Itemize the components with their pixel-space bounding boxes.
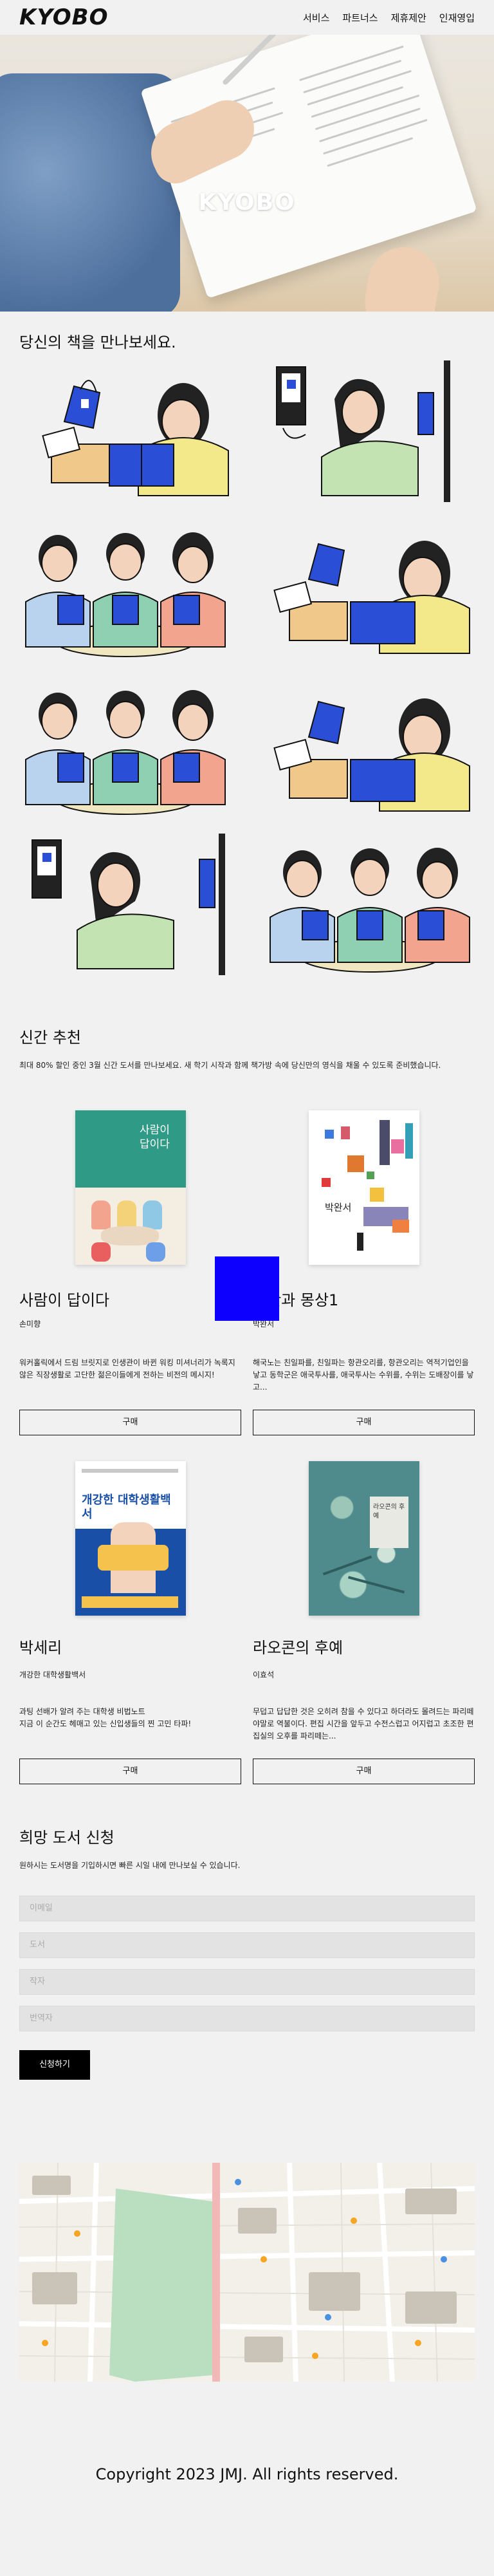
request-title: 희망 도서 신청 [19,1829,114,1847]
book-author: 이효석 [253,1670,275,1679]
book-cover[interactable]: 사람이 답이다 [75,1110,186,1265]
cover-title: 개강한 대학생활백서 [82,1493,171,1521]
book-cover[interactable]: 라오콘의 후예 [309,1461,419,1616]
illustration-three-readers-3 [264,834,476,975]
book-description: 해국노는 친일파를, 친일파는 항관오리를, 항관오리는 역적기업인을 낳고 동… [253,1358,474,1392]
nav-item-proposal[interactable]: 제휴제안 [391,11,426,24]
illustration-kiosk-woman [264,360,476,502]
hero-title: KYOBO [198,189,296,216]
book-title: 박세리 [19,1639,62,1657]
location-map[interactable] [19,2163,475,2382]
author-field[interactable]: 작자 [19,1969,475,1995]
buy-button[interactable]: 구매 [19,1410,241,1435]
illustration-reader-books [19,360,232,502]
site-header: KYOBO 서비스 파트너스 제휴제안 인재영입 [0,0,494,35]
cover-title: 라오콘의 후예 [373,1504,405,1520]
hand-image [359,241,445,312]
cover-title: 사람이 답이다 [140,1124,170,1151]
nav-item-careers[interactable]: 인재영입 [439,11,475,24]
book-author: 손미향 [19,1320,41,1329]
book-cover[interactable]: 박완서 [309,1110,419,1265]
illustration-reader-books-2 [264,518,476,660]
new-books-description: 최대 80% 할인 중인 3월 신간 도서를 만나보세요. 새 학기 시작과 함… [19,1061,441,1070]
hero-banner: KYOBO [0,35,494,312]
book-cover[interactable]: 개강한 대학생활백서 [75,1461,186,1616]
intro-title: 당신의 책을 만나보세요. [19,333,176,351]
submit-button[interactable]: 신청하기 [19,2050,90,2080]
illustration-reader-books-3 [264,676,476,817]
site-logo[interactable]: KYOBO [19,5,108,30]
book-description: 무덥고 답답한 것은 오히려 참을 수 있다고 하더라도 몰려드는 파리떼야말로… [253,1707,474,1741]
buy-button[interactable]: 구매 [253,1410,475,1435]
cover-title: 박완서 [325,1202,352,1213]
book-description: 과팅 선배가 알려 주는 대학생 비법노트 지금 이 순간도 헤매고 있는 신입… [19,1707,192,1728]
main-nav: 서비스 파트너스 제휴제안 인재영입 [303,11,475,24]
nav-item-partners[interactable]: 파트너스 [342,11,378,24]
book-description: 워커홀릭에서 드림 브릿지로 인생관이 바뀐 워킹 미셔너리가 녹록지 않은 직… [19,1358,235,1379]
buy-button[interactable]: 구매 [19,1759,241,1784]
book-field[interactable]: 도서 [19,1932,475,1958]
illustration-kiosk-woman-2 [19,834,232,975]
buy-button[interactable]: 구매 [253,1759,475,1784]
nav-item-services[interactable]: 서비스 [303,11,329,24]
new-books-title: 신간 추천 [19,1029,81,1047]
illustration-three-readers [19,518,232,660]
book-title: 사람이 답이다 [19,1291,110,1309]
footer-copyright: Copyright 2023 JMJ. All rights reserved. [95,2465,399,2483]
book-author: 개강한 대학생활백서 [19,1670,86,1679]
book-title: 라오콘의 후예 [253,1639,343,1657]
blue-square-shape [215,1256,279,1321]
illustration-three-readers-2 [19,676,232,817]
request-description: 원하시는 도서명을 기입하시면 빠른 시일 내에 만나보실 수 있습니다. [19,1861,241,1870]
translator-field[interactable]: 번역자 [19,2006,475,2031]
email-field[interactable]: 이메일 [19,1896,475,1921]
